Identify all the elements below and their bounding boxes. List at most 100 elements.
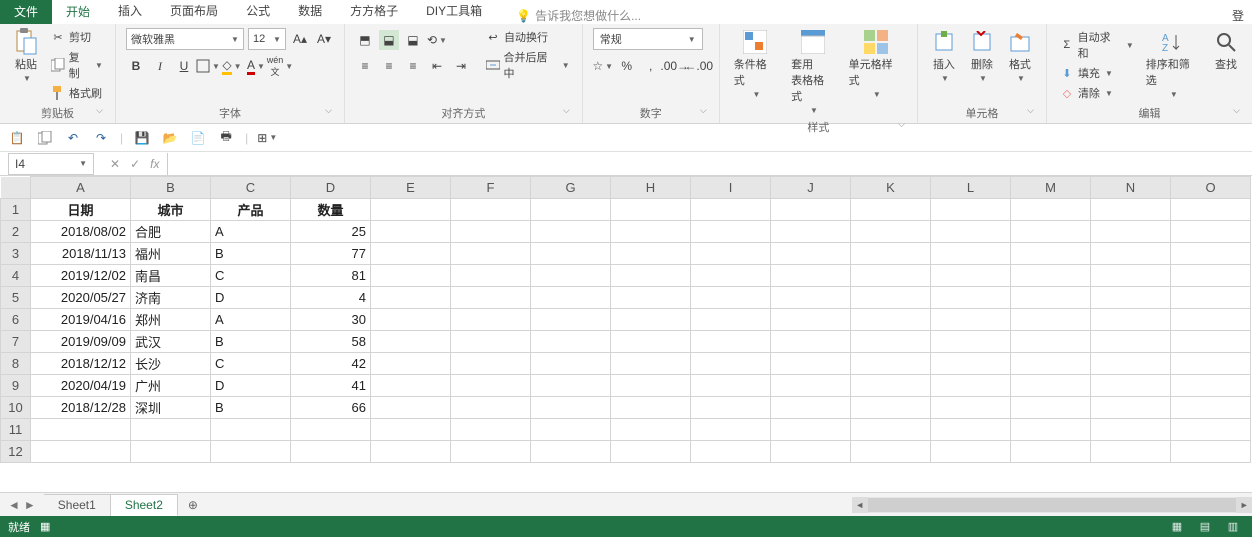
wrap-text-button[interactable]: ↩自动换行: [483, 28, 572, 46]
cell-O6[interactable]: [1171, 309, 1251, 331]
cell-L10[interactable]: [931, 397, 1011, 419]
format-painter-button[interactable]: 格式刷: [48, 84, 105, 102]
cell-A1[interactable]: 日期: [31, 199, 131, 221]
cell-E6[interactable]: [371, 309, 451, 331]
merge-center-button[interactable]: 合并后居中▼: [483, 48, 572, 82]
cell-O3[interactable]: [1171, 243, 1251, 265]
comma-button[interactable]: ,: [641, 56, 661, 76]
decrease-font-button[interactable]: A▾: [314, 29, 334, 49]
cell-L9[interactable]: [931, 375, 1011, 397]
cell-A9[interactable]: 2020/04/19: [31, 375, 131, 397]
cell-M8[interactable]: [1011, 353, 1091, 375]
cell-K2[interactable]: [851, 221, 931, 243]
row-header-8[interactable]: 8: [1, 353, 31, 375]
view-normal-button[interactable]: ▦: [1166, 519, 1188, 535]
bold-button[interactable]: B: [126, 56, 146, 76]
row-header-7[interactable]: 7: [1, 331, 31, 353]
tab-开始[interactable]: 开始: [52, 0, 104, 24]
cell-C6[interactable]: A: [211, 309, 291, 331]
status-macro-icon[interactable]: ▦: [40, 520, 50, 533]
sort-filter-button[interactable]: AZ排序和筛选▼: [1142, 28, 1204, 101]
scroll-right-button[interactable]: ►: [1236, 497, 1252, 513]
cell-J10[interactable]: [771, 397, 851, 419]
tab-方方格子[interactable]: 方方格子: [336, 0, 412, 24]
cell-M11[interactable]: [1011, 419, 1091, 441]
cell-D10[interactable]: 66: [291, 397, 371, 419]
number-format-select[interactable]: 常规▼: [593, 28, 703, 50]
cell-H7[interactable]: [611, 331, 691, 353]
underline-button[interactable]: U: [174, 56, 194, 76]
cell-A11[interactable]: [31, 419, 131, 441]
cell-A10[interactable]: 2018/12/28: [31, 397, 131, 419]
cell-I10[interactable]: [691, 397, 771, 419]
cell-D9[interactable]: 41: [291, 375, 371, 397]
cell-F5[interactable]: [451, 287, 531, 309]
cell-G8[interactable]: [531, 353, 611, 375]
increase-decimal-button[interactable]: .00→: [665, 56, 685, 76]
cell-E5[interactable]: [371, 287, 451, 309]
col-header-E[interactable]: E: [371, 177, 451, 199]
cell-B12[interactable]: [131, 441, 211, 463]
cell-K3[interactable]: [851, 243, 931, 265]
tab-插入[interactable]: 插入: [104, 0, 156, 24]
cell-G1[interactable]: [531, 199, 611, 221]
cell-G7[interactable]: [531, 331, 611, 353]
cell-D12[interactable]: [291, 441, 371, 463]
cell-J5[interactable]: [771, 287, 851, 309]
align-middle-button[interactable]: ⬓: [379, 30, 399, 50]
cell-J11[interactable]: [771, 419, 851, 441]
cell-E2[interactable]: [371, 221, 451, 243]
cell-N3[interactable]: [1091, 243, 1171, 265]
cell-H5[interactable]: [611, 287, 691, 309]
cell-E8[interactable]: [371, 353, 451, 375]
row-header-5[interactable]: 5: [1, 287, 31, 309]
cell-D11[interactable]: [291, 419, 371, 441]
cell-E9[interactable]: [371, 375, 451, 397]
add-sheet-button[interactable]: ⊕: [178, 498, 208, 512]
increase-font-button[interactable]: A▴: [290, 29, 310, 49]
paste-button[interactable]: 粘贴 ▼: [10, 28, 42, 85]
cell-O7[interactable]: [1171, 331, 1251, 353]
qat-save-button[interactable]: 💾: [133, 129, 151, 147]
cell-B1[interactable]: 城市: [131, 199, 211, 221]
format-cells-button[interactable]: 格式▼: [1004, 28, 1036, 85]
cell-L6[interactable]: [931, 309, 1011, 331]
cell-F11[interactable]: [451, 419, 531, 441]
cell-D3[interactable]: 77: [291, 243, 371, 265]
cell-K11[interactable]: [851, 419, 931, 441]
row-header-2[interactable]: 2: [1, 221, 31, 243]
sheet-nav-next[interactable]: ►: [24, 498, 36, 512]
col-header-O[interactable]: O: [1171, 177, 1251, 199]
cell-N8[interactable]: [1091, 353, 1171, 375]
cell-B8[interactable]: 长沙: [131, 353, 211, 375]
cell-D5[interactable]: 4: [291, 287, 371, 309]
cell-M2[interactable]: [1011, 221, 1091, 243]
cell-D2[interactable]: 25: [291, 221, 371, 243]
fill-color-button[interactable]: ◇▼: [222, 56, 242, 76]
tell-me[interactable]: 💡 告诉我您想做什么...: [516, 7, 641, 24]
cell-A7[interactable]: 2019/09/09: [31, 331, 131, 353]
border-button[interactable]: ▼: [198, 56, 218, 76]
formula-input[interactable]: [167, 153, 1252, 175]
cell-A3[interactable]: 2018/11/13: [31, 243, 131, 265]
cell-M4[interactable]: [1011, 265, 1091, 287]
name-box[interactable]: I4▼: [8, 153, 94, 175]
cell-H2[interactable]: [611, 221, 691, 243]
cell-H1[interactable]: [611, 199, 691, 221]
cell-K1[interactable]: [851, 199, 931, 221]
cell-F2[interactable]: [451, 221, 531, 243]
cell-I2[interactable]: [691, 221, 771, 243]
cell-I11[interactable]: [691, 419, 771, 441]
cell-J9[interactable]: [771, 375, 851, 397]
cell-C9[interactable]: D: [211, 375, 291, 397]
row-header-1[interactable]: 1: [1, 199, 31, 221]
format-as-table-button[interactable]: 套用 表格格式▼: [787, 28, 838, 117]
cell-N9[interactable]: [1091, 375, 1171, 397]
col-header-A[interactable]: A: [31, 177, 131, 199]
clear-button[interactable]: ◇清除▼: [1057, 84, 1136, 102]
cell-M5[interactable]: [1011, 287, 1091, 309]
cell-F12[interactable]: [451, 441, 531, 463]
align-left-button[interactable]: ≡: [355, 56, 375, 76]
cell-N4[interactable]: [1091, 265, 1171, 287]
autosum-button[interactable]: Σ自动求和▼: [1057, 28, 1136, 62]
